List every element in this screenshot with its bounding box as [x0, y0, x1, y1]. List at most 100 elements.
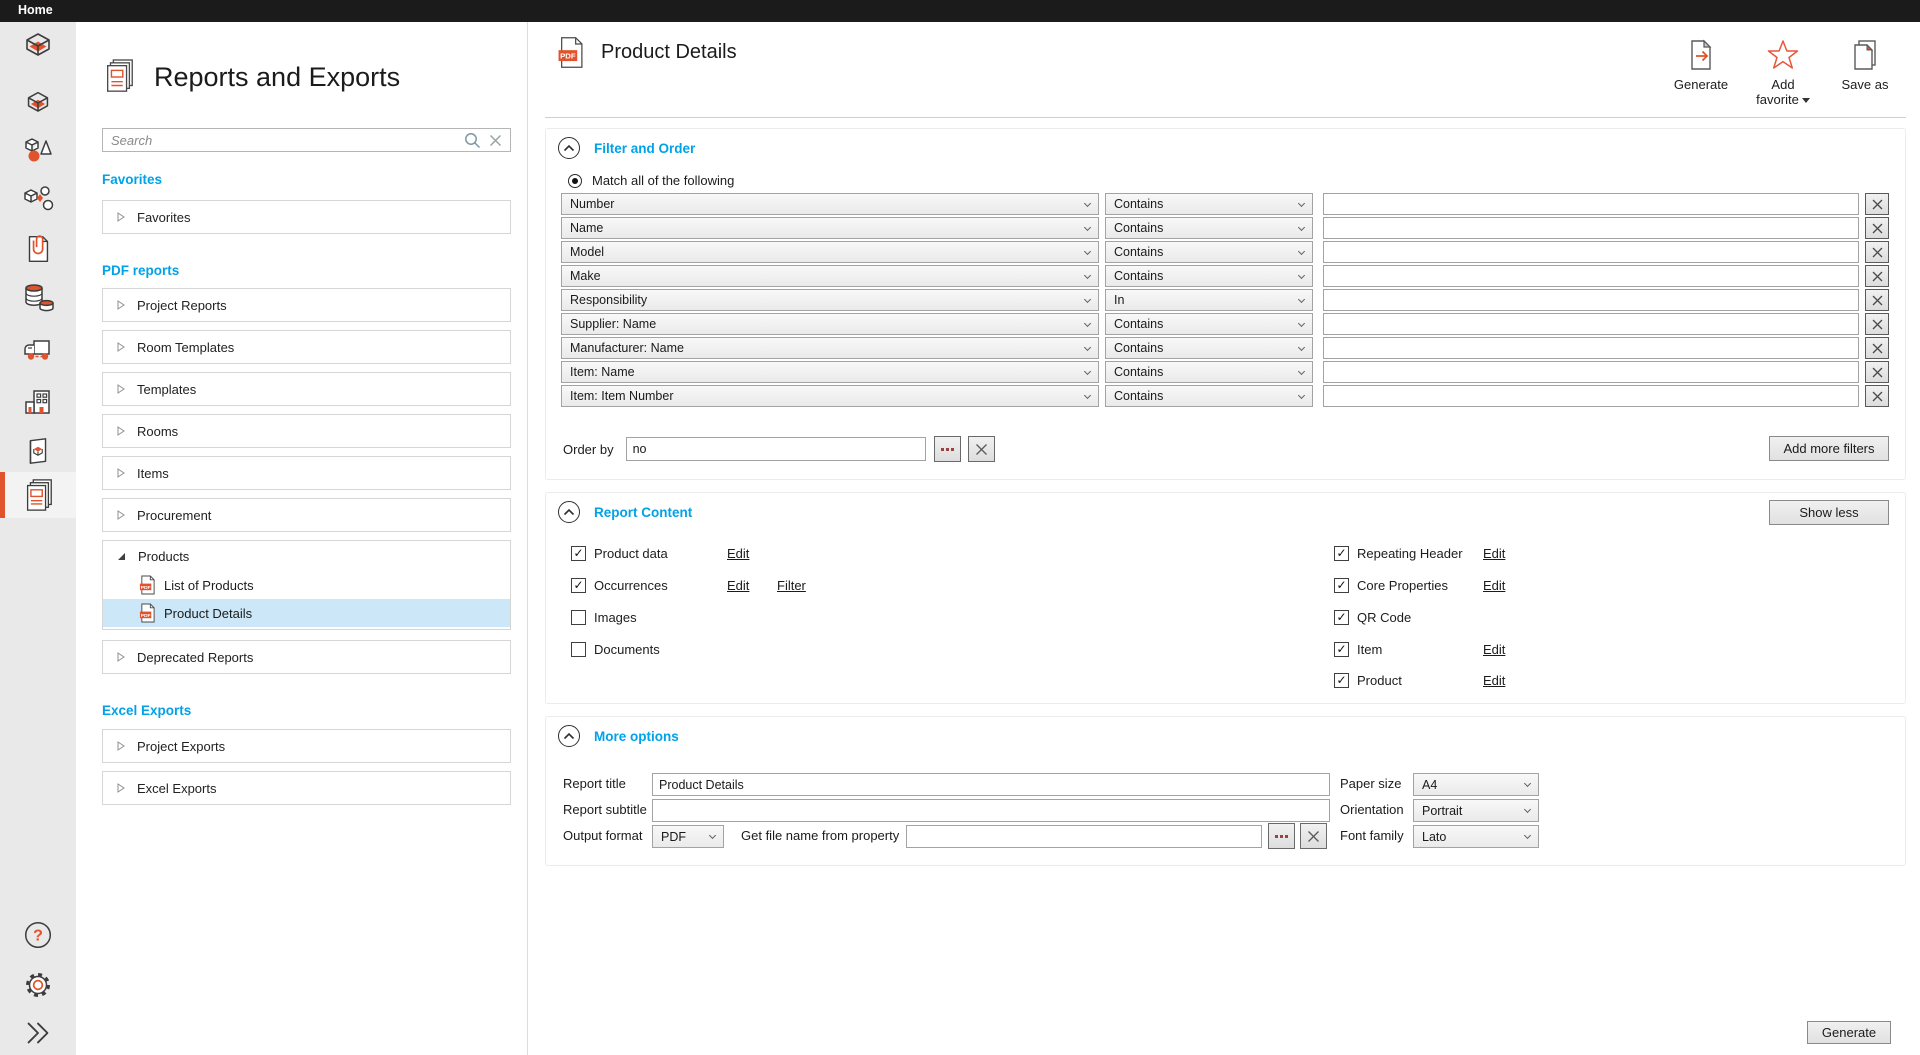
- nav-rooms-icon[interactable]: [0, 23, 76, 69]
- filter-value-input[interactable]: [1323, 289, 1859, 311]
- collapse-filter-section-button[interactable]: [558, 137, 580, 159]
- order-by-clear-button[interactable]: [968, 436, 995, 462]
- remove-filter-button[interactable]: [1865, 265, 1889, 287]
- search-icon[interactable]: [464, 132, 481, 149]
- sidebar-item-product-details[interactable]: PDF Product Details: [103, 599, 510, 627]
- help-button[interactable]: ?: [0, 912, 76, 958]
- remove-filter-button[interactable]: [1865, 241, 1889, 263]
- expander-collapsed-icon[interactable]: [117, 741, 125, 751]
- edit-item-link[interactable]: Edit: [1483, 640, 1505, 658]
- font-family-select[interactable]: Lato: [1413, 825, 1539, 848]
- remove-filter-button[interactable]: [1865, 313, 1889, 335]
- save-as-tool-button[interactable]: Save as: [1832, 38, 1898, 107]
- filter-field-select[interactable]: Supplier: Name: [561, 313, 1099, 335]
- filter-value-input[interactable]: [1323, 265, 1859, 287]
- edit-occurrences-link[interactable]: Edit: [727, 576, 749, 594]
- filter-value-input[interactable]: [1323, 385, 1859, 407]
- report-title-input[interactable]: [652, 773, 1330, 796]
- sidebar-item-room-templates[interactable]: Room Templates: [102, 330, 511, 364]
- remove-filter-button[interactable]: [1865, 385, 1889, 407]
- filter-field-select[interactable]: Manufacturer: Name: [561, 337, 1099, 359]
- filter-value-input[interactable]: [1323, 313, 1859, 335]
- orientation-select[interactable]: Portrait: [1413, 799, 1539, 822]
- paper-size-select[interactable]: A4: [1413, 773, 1539, 796]
- file-name-property-input[interactable]: [906, 825, 1262, 848]
- filter-value-input[interactable]: [1323, 241, 1859, 263]
- nav-reports-exports-icon[interactable]: [0, 472, 76, 518]
- show-less-button[interactable]: Show less: [1769, 500, 1889, 525]
- filter-field-select[interactable]: Item: Item Number: [561, 385, 1099, 407]
- match-all-radio[interactable]: [568, 174, 582, 188]
- repeating-header-checkbox[interactable]: ✓: [1334, 546, 1349, 561]
- filter-field-select[interactable]: Make: [561, 265, 1099, 287]
- sidebar-item-project-reports[interactable]: Project Reports: [102, 288, 511, 322]
- edit-repeating-header-link[interactable]: Edit: [1483, 544, 1505, 562]
- occurrences-checkbox[interactable]: ✓: [571, 578, 586, 593]
- nav-product-catalog-icon[interactable]: [0, 428, 76, 474]
- filter-operator-select[interactable]: Contains: [1105, 265, 1313, 287]
- sidebar-item-templates[interactable]: Templates: [102, 372, 511, 406]
- nav-room-templates-icon[interactable]: [0, 80, 76, 126]
- settings-button[interactable]: [0, 962, 76, 1008]
- home-menu[interactable]: Home: [18, 3, 53, 17]
- collapse-content-section-button[interactable]: [558, 501, 580, 523]
- product-checkbox[interactable]: ✓: [1334, 673, 1349, 688]
- sidebar-item-products[interactable]: Products: [103, 541, 510, 571]
- filter-operator-select[interactable]: Contains: [1105, 193, 1313, 215]
- report-subtitle-input[interactable]: [652, 799, 1330, 822]
- nav-procurement-icon[interactable]: [0, 327, 76, 373]
- nav-data-icon[interactable]: [0, 275, 76, 321]
- add-more-filters-button[interactable]: Add more filters: [1769, 436, 1889, 461]
- core-properties-checkbox[interactable]: ✓: [1334, 578, 1349, 593]
- collapse-options-section-button[interactable]: [558, 725, 580, 747]
- filter-occurrences-link[interactable]: Filter: [777, 576, 806, 594]
- filter-value-input[interactable]: [1323, 193, 1859, 215]
- filter-field-select[interactable]: Model: [561, 241, 1099, 263]
- expander-collapsed-icon[interactable]: [117, 300, 125, 310]
- nav-documents-icon[interactable]: [0, 226, 76, 272]
- filter-field-select[interactable]: Responsibility: [561, 289, 1099, 311]
- sidebar-item-list-of-products[interactable]: PDF List of Products: [103, 571, 510, 599]
- sidebar-item-items[interactable]: Items: [102, 456, 511, 490]
- product-data-checkbox[interactable]: ✓: [571, 546, 586, 561]
- expander-collapsed-icon[interactable]: [117, 783, 125, 793]
- output-format-select[interactable]: PDF: [652, 825, 724, 848]
- images-checkbox[interactable]: [571, 610, 586, 625]
- expander-expanded-icon[interactable]: [117, 552, 126, 561]
- item-checkbox[interactable]: ✓: [1334, 642, 1349, 657]
- sidebar-item-deprecated-reports[interactable]: Deprecated Reports: [102, 640, 511, 674]
- expander-collapsed-icon[interactable]: [117, 510, 125, 520]
- filter-operator-select[interactable]: In: [1105, 289, 1313, 311]
- expander-collapsed-icon[interactable]: [117, 468, 125, 478]
- sidebar-item-favorites[interactable]: Favorites: [102, 200, 511, 234]
- order-by-browse-button[interactable]: [934, 436, 961, 462]
- search-input[interactable]: [103, 133, 464, 148]
- filter-operator-select[interactable]: Contains: [1105, 313, 1313, 335]
- remove-filter-button[interactable]: [1865, 193, 1889, 215]
- filter-operator-select[interactable]: Contains: [1105, 337, 1313, 359]
- clear-search-icon[interactable]: [489, 134, 502, 147]
- filter-field-select[interactable]: Number: [561, 193, 1099, 215]
- add-favorite-tool-button[interactable]: Add favorite: [1750, 38, 1816, 107]
- file-name-browse-button[interactable]: [1268, 823, 1295, 849]
- sidebar-item-rooms[interactable]: Rooms: [102, 414, 511, 448]
- sidebar-item-project-exports[interactable]: Project Exports: [102, 729, 511, 763]
- filter-field-select[interactable]: Name: [561, 217, 1099, 239]
- generate-tool-button[interactable]: Generate: [1668, 38, 1734, 107]
- expander-collapsed-icon[interactable]: [117, 426, 125, 436]
- order-by-input[interactable]: [626, 437, 926, 461]
- file-name-clear-button[interactable]: [1300, 823, 1327, 849]
- nav-company-icon[interactable]: [0, 379, 76, 425]
- remove-filter-button[interactable]: [1865, 217, 1889, 239]
- documents-checkbox[interactable]: [571, 642, 586, 657]
- edit-core-properties-link[interactable]: Edit: [1483, 576, 1505, 594]
- qr-code-checkbox[interactable]: ✓: [1334, 610, 1349, 625]
- filter-operator-select[interactable]: Contains: [1105, 241, 1313, 263]
- edit-product-data-link[interactable]: Edit: [727, 544, 749, 562]
- filter-value-input[interactable]: [1323, 361, 1859, 383]
- filter-operator-select[interactable]: Contains: [1105, 385, 1313, 407]
- nav-linked-items-icon[interactable]: [0, 176, 76, 222]
- expander-collapsed-icon[interactable]: [117, 212, 125, 222]
- expander-collapsed-icon[interactable]: [117, 652, 125, 662]
- remove-filter-button[interactable]: [1865, 361, 1889, 383]
